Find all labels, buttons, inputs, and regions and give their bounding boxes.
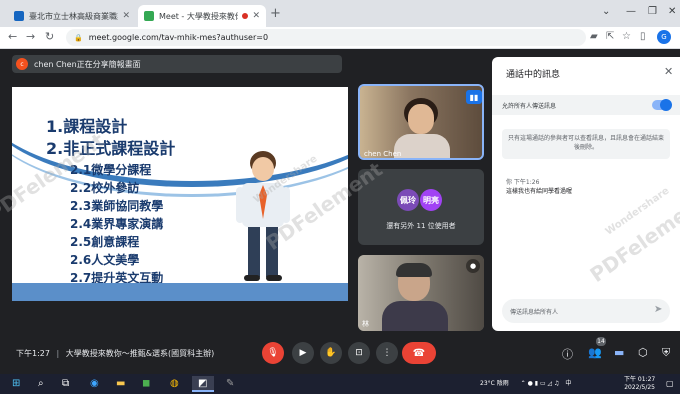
meet-favicon-icon	[144, 11, 154, 21]
person-face	[408, 104, 434, 134]
participant-name: chen Chen	[364, 150, 402, 158]
camera-button[interactable]: ▶	[292, 342, 314, 364]
person-body	[394, 134, 450, 158]
toggle-knob	[660, 99, 672, 111]
slide-subline: 2.6人文美學	[70, 253, 140, 267]
chat-title: 通話中的訊息	[506, 70, 561, 80]
slide-footer-band	[12, 283, 348, 301]
tab-search-icon[interactable]: ⌄	[602, 6, 610, 17]
headphones	[396, 263, 432, 277]
edge-icon[interactable]: ◉	[90, 378, 99, 389]
speaking-indicator-icon: ▮▮	[466, 90, 482, 104]
chrome-icon[interactable]: ◍	[170, 378, 179, 389]
allow-messages-label: 允許所有人傳送訊息	[502, 103, 557, 110]
end-call-button[interactable]: ☎	[402, 342, 436, 364]
participant-tile-camera[interactable]: ● 林	[358, 255, 484, 331]
windows-start-icon[interactable]: ⊞	[12, 378, 20, 389]
muted-mic-icon: ●	[466, 259, 480, 273]
notifications-icon[interactable]: ▢	[666, 379, 674, 388]
host-controls-icon[interactable]: ⛨	[662, 346, 670, 360]
others-count-text: 還有另外 11 位使用者	[386, 222, 456, 230]
present-button[interactable]: ⊡	[348, 342, 370, 364]
url-input[interactable]: 🔒 meet.google.com/tav-mhik-mes?authuser=…	[66, 29, 586, 46]
forward-icon[interactable]: →	[26, 30, 35, 43]
avatar: 明亮	[420, 189, 442, 211]
app-icon[interactable]: ✎	[226, 378, 234, 389]
reload-icon[interactable]: ↻	[45, 30, 54, 43]
meeting-details-icon[interactable]: ⓘ	[562, 346, 573, 362]
activities-icon[interactable]: ⬡	[638, 346, 648, 359]
close-icon[interactable]: ✕	[664, 65, 673, 78]
clock-date: 2022/5/25	[624, 384, 655, 391]
search-icon[interactable]: ⌕	[38, 378, 44, 389]
slide-subline: 2.4業界專家演講	[70, 217, 164, 231]
close-window-button[interactable]: ✕	[668, 6, 676, 17]
side-panel-icon[interactable]: ▯	[640, 31, 646, 42]
mic-off-button[interactable]: 🎙	[262, 342, 284, 364]
slide-subline: 2.3業師協同教學	[70, 199, 164, 213]
avatar[interactable]: G	[657, 30, 671, 44]
chat-notice: 只有這場通話的參與者可以查看訊息，且訊息會在通話結束後刪除。	[502, 129, 670, 159]
allow-messages-row: 允許所有人傳送訊息	[492, 95, 680, 115]
close-tab-icon[interactable]: ✕	[118, 11, 130, 21]
taskbar-clock[interactable]: 下午 01:27 2022/5/25	[624, 376, 655, 392]
chat-input-placeholder: 傳送訊息給所有人	[510, 308, 559, 316]
system-tray: 23°C 陰雨 ⌃ ● ▮ ▭ ◿ ♫ 中	[480, 378, 571, 387]
url-text: meet.google.com/tav-mhik-mes?authuser=0	[88, 33, 269, 42]
person-body	[382, 301, 448, 331]
shared-slide: 1.課程設計 2.非正式課程設計 2.1微學分課程 2.2校外參訪 2.3業師協…	[12, 87, 348, 301]
bookmark-star-icon[interactable]: ☆	[622, 31, 631, 42]
more-options-button[interactable]: ⋮	[376, 342, 398, 364]
restore-button[interactable]: ❐	[648, 6, 657, 17]
new-tab-button[interactable]: +	[270, 6, 281, 21]
share-icon[interactable]: ⇱	[606, 31, 614, 42]
task-view-icon[interactable]: ⧉	[62, 378, 69, 389]
file-explorer-icon[interactable]: ▬	[116, 378, 125, 389]
presenter-avatar: c	[16, 58, 28, 70]
allow-messages-toggle[interactable]	[652, 99, 672, 111]
tab-school[interactable]: 臺北市立士林高級商業職業學校 ✕	[8, 5, 136, 27]
participant-name: 林	[362, 320, 369, 328]
active-app-icon: ◩	[198, 378, 208, 389]
weather-text: 23°C 陰雨	[480, 380, 509, 387]
message-header: 你 下午1:26	[506, 179, 540, 186]
meeting-title: 大學教授來教你～推甄&選系(國貿科主辦)	[65, 349, 215, 358]
message-text: 這樣我也有給同學看過喔	[506, 188, 573, 195]
clock-time: 下午 01:27	[624, 376, 656, 383]
meeting-info: 下午1:27 | 大學教授來教你～推甄&選系(國貿科主辦)	[16, 348, 214, 359]
meet-controls-bar: 下午1:27 | 大學教授來教你～推甄&選系(國貿科主辦) 🎙 ▶ ✋ ⊡ ⋮ …	[0, 333, 680, 374]
ime-indicator[interactable]: 中	[565, 380, 571, 387]
browser-tab-bar: 臺北市立士林高級商業職業學校 ✕ Meet - 大學教授來教你～推... ✕ +…	[0, 0, 680, 27]
people-icon[interactable]: 👥	[588, 346, 602, 359]
slide-subline: 2.5創意課程	[70, 235, 140, 249]
slide-subline: 2.2校外參訪	[70, 181, 140, 195]
tray-icons[interactable]: ⌃ ● ▮ ▭ ◿ ♫	[521, 380, 560, 387]
tab-label: 臺北市立士林高級商業職業學校	[29, 11, 118, 21]
meeting-time: 下午1:27	[16, 349, 50, 358]
windows-taskbar: ⊞ ⌕ ⧉ ◉ ▬ ◼ ◍ ◩ ✎ 23°C 陰雨 ⌃ ● ▮ ▭ ◿ ♫ 中 …	[0, 374, 680, 394]
presenting-text: chen Chen正在分享簡報畫面	[34, 59, 141, 69]
back-icon[interactable]: ←	[8, 30, 17, 43]
camera-in-use-icon[interactable]: ▰	[590, 31, 598, 42]
tab-meet[interactable]: Meet - 大學教授來教你～推... ✕	[138, 5, 266, 27]
close-tab-icon[interactable]: ✕	[248, 11, 260, 21]
chat-icon[interactable]: ▬	[614, 346, 624, 359]
school-favicon-icon	[14, 11, 24, 21]
line-app-icon[interactable]: ◼	[142, 378, 150, 389]
address-bar-row: ← → ↻ 🔒 meet.google.com/tav-mhik-mes?aut…	[0, 27, 680, 49]
raise-hand-button[interactable]: ✋	[320, 342, 342, 364]
separator: |	[56, 349, 60, 358]
tab-label: Meet - 大學教授來教你～推...	[159, 11, 238, 21]
minimize-button[interactable]: —	[626, 6, 636, 17]
presenting-banner: c chen Chen正在分享簡報畫面	[12, 55, 342, 73]
chat-input[interactable]: 傳送訊息給所有人	[502, 299, 670, 323]
participants-count-badge: 14	[596, 337, 606, 346]
lock-icon: 🔒	[74, 33, 83, 42]
avatar: 佩玲	[397, 189, 419, 211]
send-icon[interactable]: ➤	[654, 304, 662, 315]
participant-tile-presenter[interactable]: ▮▮ chen Chen	[358, 84, 484, 160]
